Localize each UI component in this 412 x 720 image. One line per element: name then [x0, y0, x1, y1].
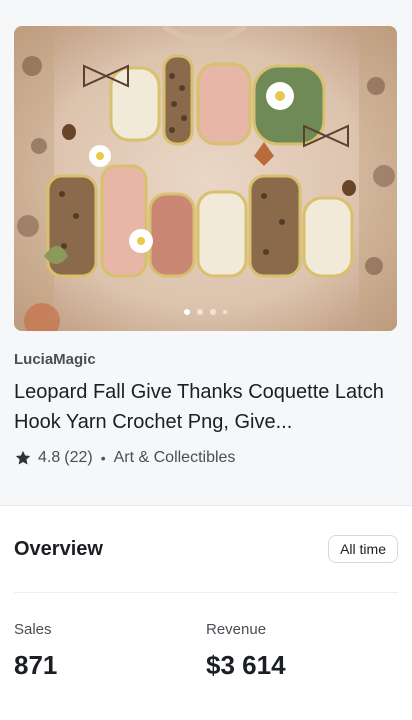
- shop-name[interactable]: LuciaMagic: [14, 351, 398, 368]
- sweater-design-image: [14, 26, 397, 331]
- product-image[interactable]: [14, 26, 397, 331]
- product-section: LuciaMagic Leopard Fall Give Thanks Coqu…: [0, 0, 412, 505]
- stat-value: 871: [14, 650, 58, 680]
- carousel-dot[interactable]: [197, 309, 203, 315]
- carousel-dot[interactable]: [223, 310, 227, 314]
- carousel-dot[interactable]: [210, 309, 216, 315]
- overview-section: Overview All time Sales 871 Revenue $3 6…: [0, 506, 412, 681]
- review-count: (22): [64, 449, 93, 466]
- overview-title: Overview: [14, 537, 103, 560]
- stats-row: Sales 871 Revenue $3 614: [14, 621, 398, 681]
- meta-separator: •: [100, 450, 106, 466]
- stat-revenue: Revenue $3 614: [206, 621, 398, 681]
- time-range-button[interactable]: All time: [328, 535, 398, 563]
- rating-value: 4.8: [38, 449, 61, 466]
- overview-header: Overview All time: [14, 506, 398, 593]
- stat-value: $3 614: [206, 650, 286, 680]
- product-meta: 4.8 (22) • Art & Collectibles: [14, 449, 398, 467]
- stat-label: Revenue: [206, 621, 267, 638]
- category-link[interactable]: Art & Collectibles: [114, 449, 236, 467]
- star-icon: [15, 450, 31, 465]
- stat-sales: Sales 871: [14, 621, 206, 681]
- carousel-dot[interactable]: [184, 309, 190, 315]
- stat-label: Sales: [14, 621, 52, 638]
- product-title[interactable]: Leopard Fall Give Thanks Coquette Latch …: [14, 377, 384, 437]
- carousel-indicator: [14, 309, 397, 315]
